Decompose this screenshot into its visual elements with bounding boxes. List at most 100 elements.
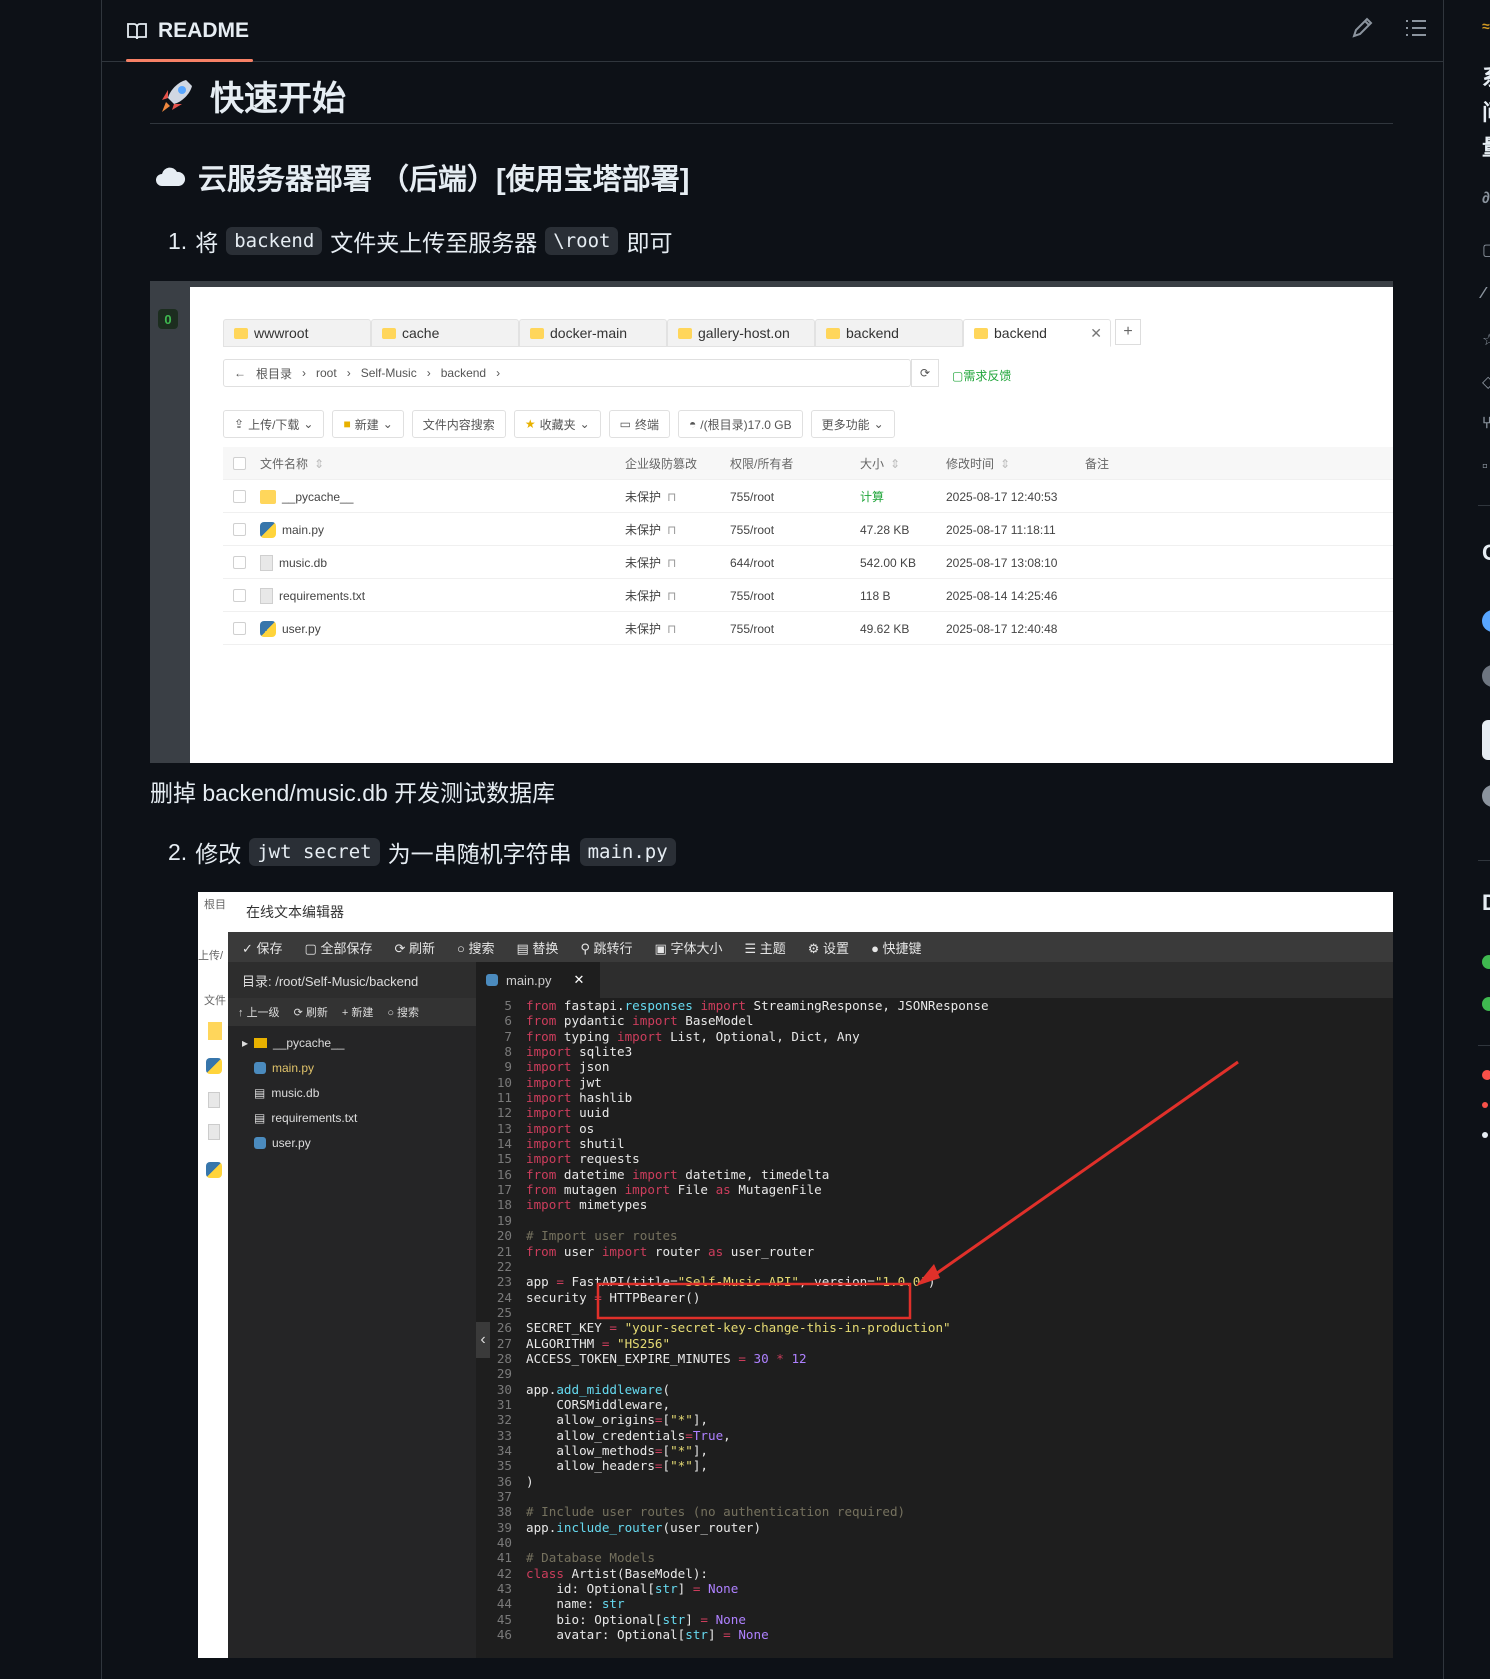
protect-cell[interactable]: 未保护 ⊓ xyxy=(625,546,676,579)
upload-button[interactable]: ⇪ 上传/下载 ⌄ xyxy=(223,410,325,438)
folder-tab[interactable]: wwwroot xyxy=(223,319,371,347)
content-search-button[interactable]: 文件内容搜索 xyxy=(411,410,506,438)
button-label: 收藏夹 xyxy=(539,417,576,432)
rocket-icon xyxy=(162,79,192,112)
folder-tab[interactable]: backend xyxy=(815,319,963,347)
file-name-cell[interactable]: music.db xyxy=(260,546,327,579)
sort-icon: ⇕ xyxy=(314,456,325,471)
file-manager-screenshot: 0 wwwroot cache docker-main gallery-host… xyxy=(150,281,1393,763)
button-label: 上传/下载 xyxy=(248,417,300,432)
file-name-cell[interactable]: requirements.txt xyxy=(260,579,365,612)
folder-icon xyxy=(826,327,840,339)
breadcrumb-item[interactable]: Self-Music xyxy=(361,366,417,380)
protect-cell[interactable]: 未保护 ⊓ xyxy=(625,612,676,645)
file-name[interactable]: requirements.txt xyxy=(279,589,365,603)
table-header: 文件名称 ⇕ 企业级防篡改 权限/所有者 大小 ⇕ 修改时间 ⇕ 备注 xyxy=(223,447,1393,480)
protect-status: 未保护 xyxy=(625,523,662,537)
permission[interactable]: 644/root xyxy=(730,556,774,570)
list-icon[interactable] xyxy=(1402,14,1430,42)
breadcrumb-item[interactable]: 根目录 xyxy=(256,365,292,382)
table-row[interactable]: music.db 未保护 ⊓ 644/root 542.00 KB 2025-08-17 … xyxy=(223,546,1393,579)
permission[interactable]: 755/root xyxy=(730,490,774,504)
row-checkbox[interactable] xyxy=(233,579,246,612)
perm-cell[interactable]: 755/root xyxy=(730,612,774,645)
cloud-icon xyxy=(156,167,186,186)
lock-icon: ⊓ xyxy=(667,489,677,504)
table-row[interactable]: requirements.txt 未保护 ⊓ 755/root 118 B 2025-08… xyxy=(223,579,1393,612)
row-checkbox[interactable] xyxy=(233,546,246,579)
protect-cell[interactable]: 未保护 ⊓ xyxy=(625,579,676,612)
refresh-button[interactable]: ⟳ xyxy=(911,359,939,387)
back-arrow-icon[interactable]: ← xyxy=(234,366,246,380)
folder-tab[interactable]: docker-main xyxy=(519,319,667,347)
avatar[interactable] xyxy=(1482,785,1490,807)
checkbox[interactable] xyxy=(233,556,246,569)
row-checkbox[interactable] xyxy=(233,513,246,546)
col-time[interactable]: 修改时间 ⇕ xyxy=(946,447,1010,480)
folder-tab-label: backend xyxy=(846,325,899,341)
permission[interactable]: 755/root xyxy=(730,523,774,537)
breadcrumb-item[interactable]: backend xyxy=(441,366,486,380)
table-row[interactable]: main.py 未保护 ⊓ 755/root 47.28 KB 2025-08-17 11… xyxy=(223,513,1393,546)
checkbox[interactable] xyxy=(233,457,246,470)
readme-tab[interactable]: README xyxy=(114,0,253,62)
select-all-checkbox[interactable] xyxy=(233,447,246,480)
breadcrumb-item[interactable]: root xyxy=(316,366,337,380)
status-dot xyxy=(1482,997,1490,1011)
disk-button[interactable]: ◓/(根目录)17.0 GB xyxy=(678,410,803,438)
add-tab-button[interactable]: + xyxy=(1115,319,1141,345)
feedback-link[interactable]: ▢需求反馈 xyxy=(952,367,1011,384)
folder-tab-active[interactable]: backend ✕ xyxy=(963,319,1111,347)
checkbox[interactable] xyxy=(233,622,246,635)
protect-cell[interactable]: 未保护 ⊓ xyxy=(625,480,676,513)
row-checkbox[interactable] xyxy=(233,480,246,513)
breadcrumb[interactable]: ← 根目录 › root › Self-Music › backend › xyxy=(223,359,911,387)
file-toolbar: ⇪ 上传/下载 ⌄ ■ 新建 ⌄ 文件内容搜索 ★ 收藏夹 ⌄ ▭ 终端 ◓/(根目录)17.… xyxy=(223,410,895,438)
favorites-button[interactable]: ★ 收藏夹 ⌄ xyxy=(513,410,601,438)
new-button[interactable]: ■ 新建 ⌄ xyxy=(332,410,404,438)
permission[interactable]: 755/root xyxy=(730,589,774,603)
time-cell: 2025-08-17 12:40:53 xyxy=(946,480,1057,513)
file-name[interactable]: music.db xyxy=(279,556,327,570)
permission[interactable]: 755/root xyxy=(730,622,774,636)
row-checkbox[interactable] xyxy=(233,612,246,645)
checkbox[interactable] xyxy=(233,589,246,602)
table-row[interactable]: user.py 未保护 ⊓ 755/root 49.62 KB 2025-08-17 12… xyxy=(223,612,1393,645)
avatar[interactable] xyxy=(1482,665,1490,687)
close-icon[interactable]: ✕ xyxy=(1090,325,1102,342)
file-name-cell[interactable]: __pycache__ xyxy=(260,480,353,513)
perm-cell[interactable]: 755/root xyxy=(730,513,774,546)
perm-cell[interactable]: 755/root xyxy=(730,480,774,513)
folder-tab[interactable]: cache xyxy=(371,319,519,347)
file-name-cell[interactable]: user.py xyxy=(260,612,321,645)
table-row[interactable]: __pycache__ 未保护 ⊓ 755/root 计算 2025-08-17 12:4… xyxy=(223,480,1393,513)
perm-cell[interactable]: 755/root xyxy=(730,579,774,612)
avatar[interactable] xyxy=(1482,610,1490,632)
col-size[interactable]: 大小 ⇕ xyxy=(860,447,900,480)
col-name[interactable]: 文件名称 ⇕ xyxy=(260,447,324,480)
pencil-icon[interactable] xyxy=(1348,14,1376,42)
protect-status: 未保护 xyxy=(625,622,662,636)
checkbox[interactable] xyxy=(233,490,246,503)
folder-tab[interactable]: gallery-host.on xyxy=(667,319,815,347)
title-text: 快速开始 xyxy=(210,80,346,118)
more-button[interactable]: 更多功能 ⌄ xyxy=(810,410,895,438)
divider xyxy=(1478,505,1490,506)
file-name-cell[interactable]: main.py xyxy=(260,513,324,546)
file-name[interactable]: main.py xyxy=(282,523,324,537)
modified-time: 2025-08-17 11:18:11 xyxy=(946,522,1056,537)
perm-cell[interactable]: 644/root xyxy=(730,546,774,579)
file-name[interactable]: __pycache__ xyxy=(282,490,353,504)
size-cell: 542.00 KB xyxy=(860,546,916,579)
terminal-button[interactable]: ▭ 终端 xyxy=(608,410,671,438)
lock-icon: ⊓ xyxy=(667,522,677,537)
lock-icon: ⊓ xyxy=(667,555,677,570)
divider xyxy=(1478,860,1490,861)
protect-cell[interactable]: 未保护 ⊓ xyxy=(625,513,676,546)
file-name[interactable]: user.py xyxy=(282,622,321,636)
lock-icon: ⊓ xyxy=(667,621,677,636)
checkbox[interactable] xyxy=(233,523,246,536)
size-cell[interactable]: 计算 xyxy=(860,480,884,513)
avatar[interactable] xyxy=(1482,720,1490,760)
step-number: 2. xyxy=(168,838,188,865)
